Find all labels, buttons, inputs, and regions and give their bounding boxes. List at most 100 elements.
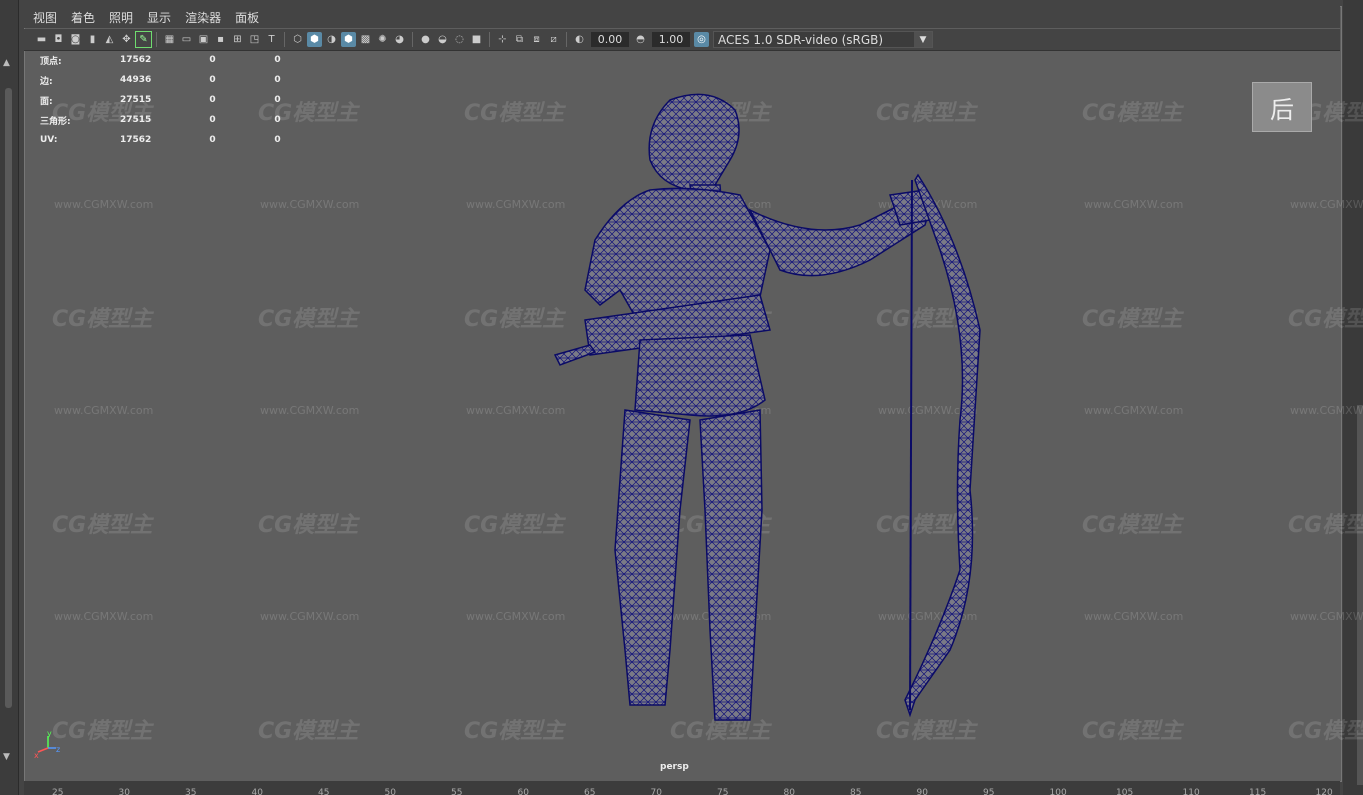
watermark-logo: CG模型主 [1082,719,1183,744]
isolate-icon[interactable]: ⊹ [495,32,510,47]
ruler-tick: 110 [1182,788,1200,795]
ruler-tick: 90 [916,788,928,795]
time-ruler[interactable]: 25 30 35 40 45 50 55 60 65 70 75 80 85 90 95 100 105 110 1… [24,781,1340,795]
colorspace-icon[interactable]: ◎ [694,32,709,47]
watermark-logo: CG模型主 [1288,513,1363,538]
textured-icon[interactable]: ▩ [358,32,373,47]
depth-of-field-icon[interactable]: ■ [469,32,484,47]
hud-v2: 0 [209,95,216,105]
hud-label: 顶点: [40,56,62,67]
watermark-url: www.CGMXW.com [260,198,360,211]
watermark-url: www.CGMXW.com [1290,610,1363,623]
scroll-down-icon[interactable]: ▼ [3,752,10,762]
lights-icon[interactable]: ✺ [375,32,390,47]
ruler-tick: 55 [451,788,463,795]
hud-v3: 0 [274,75,281,85]
xray-components-icon[interactable]: ⧄ [546,32,561,47]
ruler-tick: 95 [983,788,995,795]
menu-renderer[interactable]: 渲染器 [185,9,221,26]
menu-panels[interactable]: 面板 [235,9,259,26]
axis-z-label: z [56,745,60,754]
ambient-occlusion-icon[interactable]: ● [418,32,433,47]
camera-icon[interactable]: ▬ [34,32,49,47]
anti-aliasing-icon[interactable]: ◌ [452,32,467,47]
wireframe-on-shaded-icon[interactable]: ⬢ [341,32,356,47]
scrollbar-thumb[interactable] [5,88,12,708]
watermark-url: www.CGMXW.com [1290,198,1363,211]
exposure-icon[interactable]: ◐ [572,32,587,47]
motion-blur-icon[interactable]: ◒ [435,32,450,47]
wireframe-icon[interactable]: ⬡ [290,32,305,47]
hud-row: 边: 44936 0 0 [40,70,310,90]
watermark-url: www.CGMXW.com [260,610,360,623]
ruler-tick: 25 [52,788,64,795]
scroll-up-icon[interactable]: ▲ [3,58,10,68]
menu-shading[interactable]: 着色 [71,9,95,26]
watermark-url: www.CGMXW.com [260,404,360,417]
film-gate-icon[interactable]: ▭ [179,32,194,47]
character-wireframe-model[interactable] [540,90,1000,730]
left-scrollbar[interactable]: ▲ ▼ [0,0,19,795]
default-material-icon[interactable]: ◑ [324,32,339,47]
watermark-logo: CG模型主 [52,513,153,538]
hud-v1: 17562 [120,135,152,145]
gamma-icon[interactable]: ◓ [633,32,648,47]
safe-action-icon[interactable]: ◳ [247,32,262,47]
pan-zoom-icon[interactable]: ✥ [119,32,134,47]
ruler-tick: 105 [1116,788,1134,795]
ruler-tick: 40 [251,788,263,795]
watermark-logo: CG模型主 [258,513,359,538]
hud-v2: 0 [209,75,216,85]
camera-attr-icon[interactable]: ◙ [68,32,83,47]
ruler-tick: 115 [1249,788,1267,795]
watermark-url: www.CGMXW.com [1084,198,1184,211]
gate-mask-icon[interactable]: ▪ [213,32,228,47]
xray-icon[interactable]: ⧉ [512,32,527,47]
watermark-logo: CG模型主 [258,719,359,744]
shadow-icon[interactable]: ◕ [392,32,407,47]
hud-label: 边: [40,76,53,87]
menu-view[interactable]: 视图 [33,9,57,26]
viewport-menubar: 视图 着色 照明 显示 渲染器 面板 [24,6,1340,28]
image-plane-icon[interactable]: ◭ [102,32,117,47]
hud-v2: 0 [209,55,216,65]
watermark-logo: CG模型主 [1082,513,1183,538]
grease-pencil-icon[interactable]: ✎ [135,31,152,48]
menu-lighting[interactable]: 照明 [109,9,133,26]
ruler-tick: 60 [517,788,529,795]
hud-v1: 44936 [120,75,152,85]
view-cube-badge[interactable]: 后 [1252,82,1312,132]
ruler-tick: 35 [185,788,197,795]
gamma-field[interactable]: 1.00 [652,32,690,47]
watermark-logo: CG模型主 [258,101,359,126]
toolbar-separator [156,32,157,47]
axis-y-label: y [47,730,52,738]
xray-joints-icon[interactable]: ⧈ [529,32,544,47]
camera-lock-icon[interactable]: ◘ [51,32,66,47]
exposure-field[interactable]: 0.00 [591,32,629,47]
ruler-tick: 85 [850,788,862,795]
hud-row: 顶点: 17562 0 0 [40,50,310,70]
resolution-gate-icon[interactable]: ▣ [196,32,211,47]
safe-title-icon[interactable]: T [264,32,279,47]
ruler-tick: 30 [118,788,130,795]
colorspace-dropdown[interactable]: ACES 1.0 SDR-video (sRGB) ▼ [713,31,933,48]
watermark-logo: CG模型主 [1288,719,1363,744]
watermark-url: www.CGMXW.com [1084,404,1184,417]
field-chart-icon[interactable]: ⊞ [230,32,245,47]
toolbar-separator [412,32,413,47]
colorspace-value: ACES 1.0 SDR-video (sRGB) [718,32,884,47]
watermark-url: www.CGMXW.com [54,404,154,417]
bookmark-icon[interactable]: ▮ [85,32,100,47]
hud-v2: 0 [209,115,216,125]
watermark-logo: CG模型主 [52,101,153,126]
watermark-url: www.CGMXW.com [1290,404,1363,417]
watermark-url: www.CGMXW.com [54,610,154,623]
viewport-toolbar: ▬ ◘ ◙ ▮ ◭ ✥ ✎ ▦ ▭ ▣ ▪ ⊞ ◳ T ⬡ ⬢ ◑ ⬢ ▩ ✺ … [24,29,1340,51]
menu-show[interactable]: 显示 [147,9,171,26]
grid-icon[interactable]: ▦ [162,32,177,47]
toolbar-separator [566,32,567,47]
hud-v2: 0 [209,135,216,145]
hud-label: UV: [40,135,58,145]
smooth-shade-icon[interactable]: ⬢ [307,32,322,47]
